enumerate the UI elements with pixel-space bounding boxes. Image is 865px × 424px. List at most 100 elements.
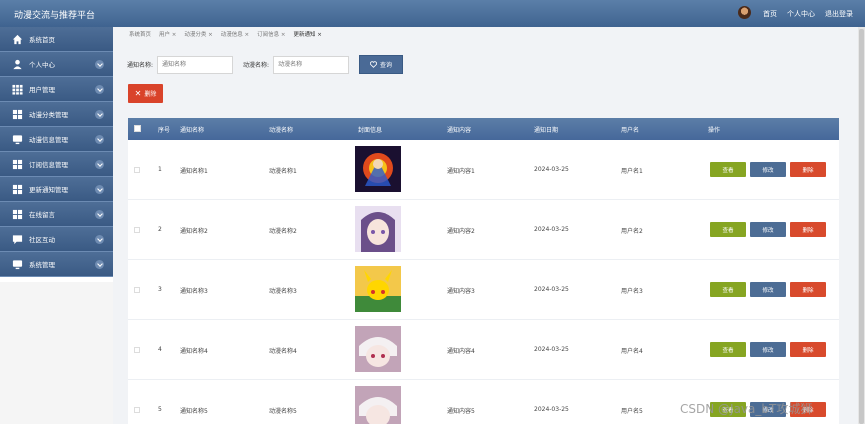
delete-button[interactable]: 删除 <box>790 342 826 357</box>
header-link-home[interactable]: 首页 <box>763 9 777 19</box>
sidebar-item-users[interactable]: 用户管理 <box>0 77 113 102</box>
view-button[interactable]: 查看 <box>710 162 746 177</box>
delete-button[interactable]: 删除 <box>790 282 826 297</box>
monitor-icon <box>12 259 23 269</box>
batch-delete-button[interactable]: ✕ 删除 <box>128 84 163 103</box>
header-link-profile[interactable]: 个人中心 <box>787 9 815 19</box>
close-icon: ✕ <box>134 89 142 98</box>
cell-anime-name: 动漫名称5 <box>269 408 297 415</box>
sidebar: 系统首页 个人中心 用户管理 动漫分类管理 动漫信息管理 订阅信息管理 更新通知… <box>0 27 113 282</box>
cell-date: 2024-03-25 <box>534 346 569 353</box>
delete-button[interactable]: 删除 <box>790 162 826 177</box>
edit-button[interactable]: 修改 <box>750 282 786 297</box>
header-date: 通知日期 <box>534 127 559 134</box>
header-content: 通知内容 <box>447 127 472 134</box>
chevron-down-icon <box>95 185 104 194</box>
grid-icon <box>12 109 23 119</box>
query-button[interactable]: 查询 <box>359 55 404 74</box>
row-actions: 查看 修改 删除 <box>710 222 826 237</box>
sidebar-item-subscriptions[interactable]: 订阅信息管理 <box>0 152 113 177</box>
cell-anime-name: 动漫名称2 <box>269 228 297 235</box>
scrollbar-thumb[interactable] <box>859 29 864 424</box>
tab-home[interactable]: 系统首页 <box>129 30 151 38</box>
chevron-down-icon <box>95 160 104 169</box>
row-actions: 查看 修改 删除 <box>710 162 826 177</box>
cover-image <box>355 266 401 312</box>
monitor-icon <box>12 134 23 144</box>
home-icon <box>12 34 23 44</box>
sidebar-item-profile[interactable]: 个人中心 <box>0 52 113 77</box>
avatar[interactable] <box>738 6 751 19</box>
sidebar-item-anime-category[interactable]: 动漫分类管理 <box>0 102 113 127</box>
sidebar-item-label: 系统首页 <box>29 36 55 44</box>
table-row: 2 通知名称2 动漫名称2 通知内容2 2024-03-25 用户名2 查看 修… <box>128 200 839 260</box>
header-notice-name: 通知名称 <box>180 127 205 134</box>
table-row: 1 通知名称1 动漫名称1 通知内容1 2024-03-25 用户名1 查看 修… <box>128 140 839 200</box>
row-actions: 查看 修改 删除 <box>710 342 826 357</box>
delete-button[interactable]: 删除 <box>790 222 826 237</box>
tab-notices[interactable]: 更新通知 × <box>293 30 321 38</box>
row-checkbox[interactable] <box>134 287 140 293</box>
cell-no: 3 <box>158 286 162 293</box>
chat-icon <box>12 234 23 244</box>
row-checkbox[interactable] <box>134 407 140 413</box>
header-actions: 操作 <box>708 127 721 134</box>
cell-notice-name: 通知名称3 <box>180 288 208 295</box>
heart-icon <box>370 61 378 68</box>
sidebar-item-label: 用户管理 <box>29 86 55 94</box>
edit-button[interactable]: 修改 <box>750 162 786 177</box>
anime-name-input[interactable] <box>273 55 350 74</box>
sidebar-item-anime-info[interactable]: 动漫信息管理 <box>0 127 113 152</box>
grid-icon <box>12 84 23 95</box>
cell-user: 用户名2 <box>621 228 643 235</box>
tab-anime-category[interactable]: 动漫分类 × <box>184 30 212 38</box>
chevron-down-icon <box>95 60 104 69</box>
grid-icon <box>12 209 23 219</box>
header-links: 首页 个人中心 退出登录 <box>738 6 853 19</box>
header-link-logout[interactable]: 退出登录 <box>825 9 853 19</box>
view-button[interactable]: 查看 <box>710 222 746 237</box>
chevron-down-icon <box>95 235 104 244</box>
row-checkbox[interactable] <box>134 347 140 353</box>
header-user: 用户名 <box>621 127 640 134</box>
select-all-checkbox[interactable] <box>134 125 141 132</box>
sidebar-item-label: 个人中心 <box>29 61 55 69</box>
anime-name-label: 动漫名称: <box>243 62 270 69</box>
sidebar-item-notices[interactable]: 更新通知管理 <box>0 177 113 202</box>
cell-date: 2024-03-25 <box>534 226 569 233</box>
notice-table: 序号 通知名称 动漫名称 封面信息 通知内容 通知日期 用户名 操作 1 通知名… <box>128 118 839 424</box>
cell-no: 1 <box>158 166 162 173</box>
row-checkbox[interactable] <box>134 167 140 173</box>
notice-name-input[interactable] <box>157 55 234 74</box>
table-row: 4 通知名称4 动漫名称4 通知内容4 2024-03-25 用户名4 查看 修… <box>128 320 839 380</box>
tab-anime-info[interactable]: 动漫信息 × <box>221 30 249 38</box>
cell-no: 5 <box>158 406 162 413</box>
sidebar-item-label: 动漫分类管理 <box>29 111 68 119</box>
cell-content: 通知内容1 <box>447 168 475 175</box>
cover-image <box>355 206 401 252</box>
sidebar-item-community[interactable]: 社区互动 <box>0 227 113 252</box>
cell-content: 通知内容5 <box>447 408 475 415</box>
chevron-down-icon <box>95 85 104 94</box>
tab-users[interactable]: 用户 × <box>159 30 176 38</box>
edit-button[interactable]: 修改 <box>750 222 786 237</box>
main-content: 系统首页 用户 × 动漫分类 × 动漫信息 × 订阅信息 × 更新通知 × 通知… <box>113 27 858 424</box>
user-icon <box>13 59 22 69</box>
cover-image <box>355 326 401 372</box>
view-button[interactable]: 查看 <box>710 282 746 297</box>
sidebar-item-system[interactable]: 系统管理 <box>0 252 113 277</box>
cell-anime-name: 动漫名称1 <box>269 168 297 175</box>
cell-no: 2 <box>158 226 162 233</box>
sidebar-item-messages[interactable]: 在线留言 <box>0 202 113 227</box>
sidebar-item-label: 更新通知管理 <box>29 186 68 194</box>
sidebar-item-home[interactable]: 系统首页 <box>0 27 113 52</box>
cell-notice-name: 通知名称5 <box>180 408 208 415</box>
edit-button[interactable]: 修改 <box>750 342 786 357</box>
header-anime-name: 动漫名称 <box>269 127 294 134</box>
cell-content: 通知内容4 <box>447 348 475 355</box>
tab-subscriptions[interactable]: 订阅信息 × <box>257 30 285 38</box>
vertical-scrollbar[interactable] <box>858 27 865 424</box>
view-button[interactable]: 查看 <box>710 342 746 357</box>
table-header: 序号 通知名称 动漫名称 封面信息 通知内容 通知日期 用户名 操作 <box>128 118 839 140</box>
row-checkbox[interactable] <box>134 227 140 233</box>
